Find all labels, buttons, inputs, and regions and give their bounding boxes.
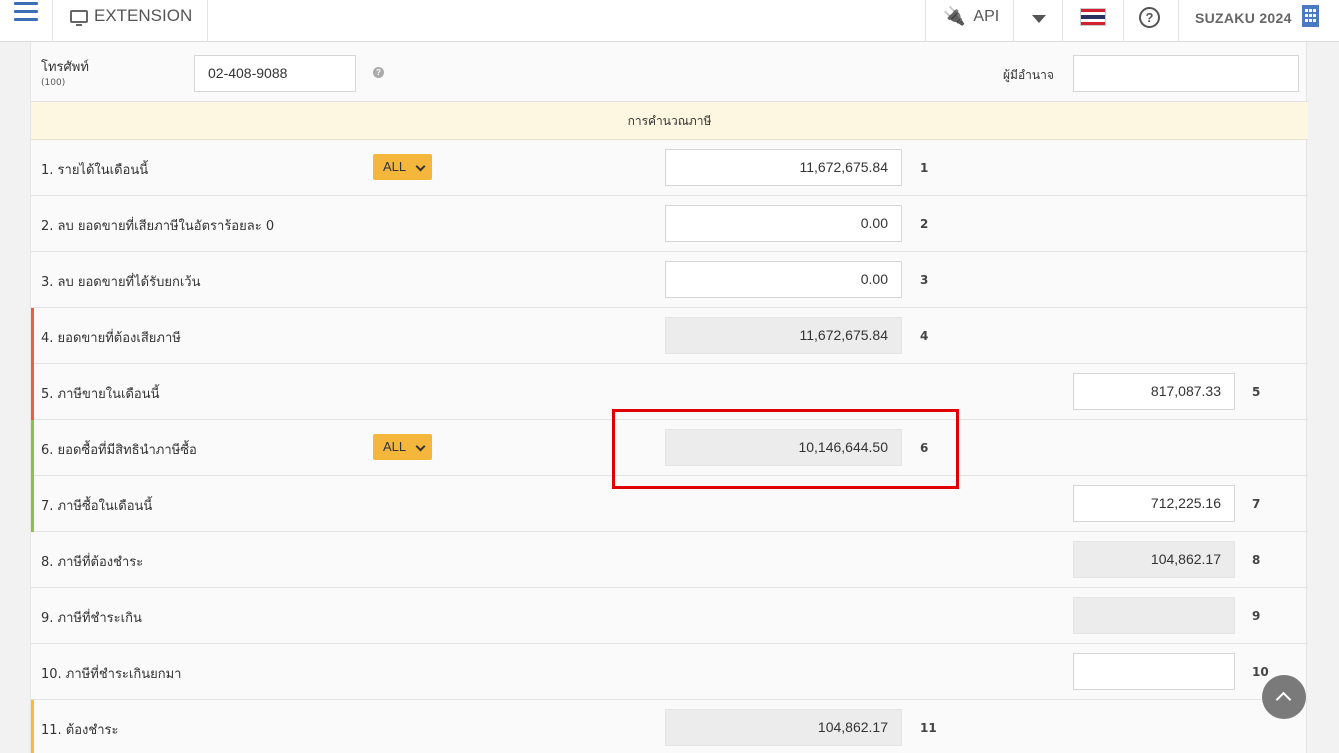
income-input[interactable]: 11,672,675.84 [665,149,902,186]
highlight-box [612,409,959,489]
section-title: การคำนวณภาษี [31,102,1308,140]
tax-row-8: 8. ภาษีที่ต้องชำระ 104,862.17 8 [31,532,1308,588]
row-ref: 9 [1252,609,1261,623]
purchase-filter-dropdown[interactable]: ALL [373,434,432,460]
scroll-to-top-button[interactable] [1262,675,1306,719]
row-label: 2. ลบ ยอดขายที่เสียภาษีในอัตราร้อยละ 0 [41,219,275,234]
green-accent-bar [31,420,34,476]
extension-label: EXTENSION [94,6,193,25]
overpaid-carried-input[interactable] [1073,653,1235,690]
tax-row-1: 1. รายได้ในเดือนนี้ ALL 11,672,675.84 1 [31,140,1308,196]
row-label: 9. ภาษีที่ชำระเกิน [41,611,142,626]
exempt-sales-input[interactable]: 0.00 [665,261,902,298]
menu-button[interactable] [0,0,52,42]
row-label: 1. รายได้ในเดือนนี้ [41,163,149,178]
thai-flag-icon[interactable] [1080,8,1106,26]
monitor-icon [70,9,88,26]
authorized-label: ผู้มีอำนาจ [1003,68,1054,82]
phone-sub-label: (100) [41,78,66,88]
row-ref: 2 [920,217,929,231]
tax-row-9: 9. ภาษีที่ชำระเกิน 9 [31,588,1308,644]
red-accent-bar [31,308,34,364]
api-button[interactable]: 🔌 API [943,6,999,27]
row-ref: 10 [1252,665,1269,679]
row-ref: 11 [920,721,937,735]
tax-row-4: 4. ยอดขายที่ต้องเสียภาษี 11,672,675.84 4 [31,308,1308,364]
green-accent-bar [31,476,34,532]
row-label: 10. ภาษีที่ชำระเกินยกมา [41,667,182,682]
extension-button[interactable]: EXTENSION [70,6,192,26]
row-ref: 7 [1252,497,1261,511]
tax-payable-field: 104,862.17 [1073,541,1235,578]
row-label: 6. ยอดซื้อที่มีสิทธินำภาษีซื้อ [41,443,197,458]
amount-due-field: 104,862.17 [665,709,902,746]
row-ref: 8 [1252,553,1261,567]
caret-down-icon [1032,15,1046,23]
authorized-input[interactable] [1073,55,1299,92]
top-bar: EXTENSION 🔌 API ? SUZAKU 2024 [0,0,1339,42]
row-label: 11. ต้องชำระ [41,723,119,738]
phone-label: โทรศัพท์ [41,60,89,75]
menu-icon [14,2,38,26]
income-filter-dropdown[interactable]: ALL [373,154,432,180]
phone-row: โทรศัพท์ (100) 02-408-9088 ? ผู้มีอำนาจ [31,42,1308,102]
plug-icon: 🔌 [943,6,966,26]
tax-row-10: 10. ภาษีที่ชำระเกินยกมา 10 [31,644,1308,700]
help-icon[interactable]: ? [1139,7,1160,28]
building-icon[interactable] [1302,5,1319,27]
tax-row-2: 2. ลบ ยอดขายที่เสียภาษีในอัตราร้อยละ 0 0… [31,196,1308,252]
overpaid-tax-field [1073,597,1235,634]
api-label: API [973,7,1000,25]
row-label: 4. ยอดขายที่ต้องเสียภาษี [41,331,181,346]
row-label: 8. ภาษีที่ต้องชำระ [41,555,144,570]
dropdown-toggle[interactable] [1014,0,1062,42]
row-label: 3. ลบ ยอดขายที่ได้รับยกเว้น [41,275,201,290]
row-label: 7. ภาษีซื้อในเดือนนี้ [41,499,153,514]
row-label: 5. ภาษีขายในเดือนนี้ [41,387,160,402]
output-tax-input[interactable]: 817,087.33 [1073,373,1235,410]
tax-row-3: 3. ลบ ยอดขายที่ได้รับยกเว้น 0.00 3 [31,252,1308,308]
tax-form-panel: โทรศัพท์ (100) 02-408-9088 ? ผู้มีอำนาจ … [30,42,1308,753]
row-ref: 4 [920,329,929,343]
brand-name[interactable]: SUZAKU 2024 [1195,10,1292,26]
yellow-accent-bar [31,700,34,753]
question-icon[interactable]: ? [373,67,384,78]
zero-rate-sales-input[interactable]: 0.00 [665,205,902,242]
row-ref: 5 [1252,385,1261,399]
taxable-sales-field: 11,672,675.84 [665,317,902,354]
phone-input[interactable]: 02-408-9088 [194,55,356,92]
red-accent-bar [31,364,34,420]
row-ref: 1 [920,161,929,175]
input-tax-input[interactable]: 712,225.16 [1073,485,1235,522]
tax-row-11: 11. ต้องชำระ 104,862.17 11 [31,700,1308,753]
row-ref: 3 [920,273,929,287]
